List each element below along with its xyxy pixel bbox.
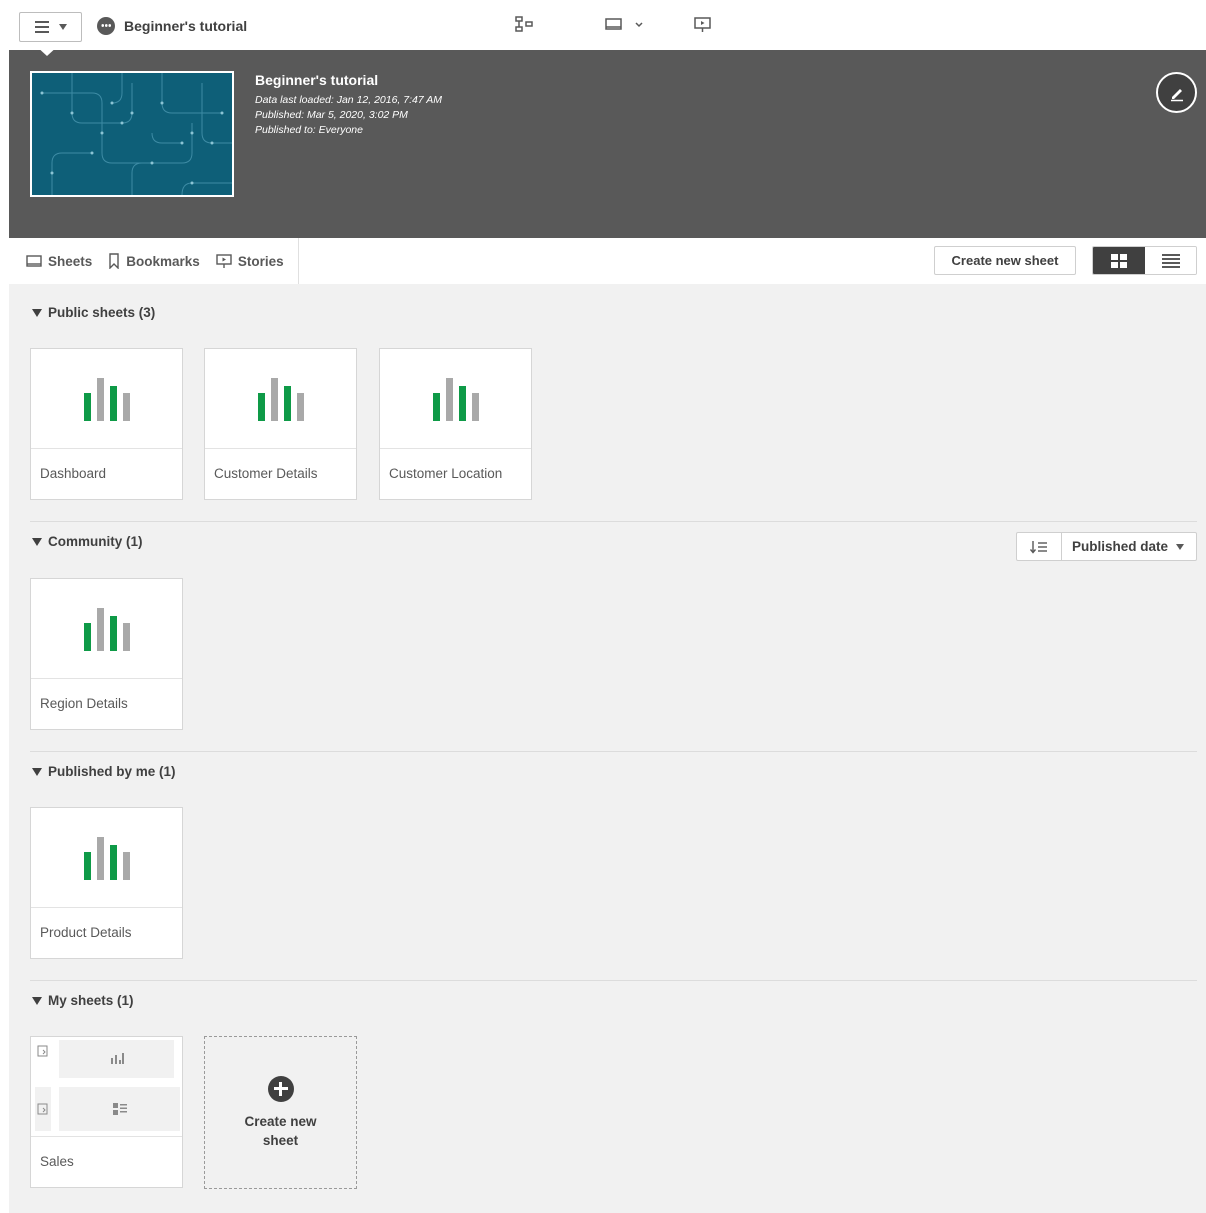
sheet-thumbnail bbox=[31, 808, 182, 908]
story-icon bbox=[216, 254, 232, 268]
section-title: Published by me (1) bbox=[48, 764, 176, 779]
sheet-thumbnail bbox=[205, 349, 356, 449]
tab-sheets-label: Sheets bbox=[48, 253, 93, 269]
sheet-card[interactable]: Product Details bbox=[30, 807, 183, 959]
tab-bookmarks-label: Bookmarks bbox=[126, 253, 200, 269]
collapse-triangle-icon bbox=[32, 308, 42, 317]
app-overview-page: Beginner's tutorial Beginner's tutorial … bbox=[0, 0, 1206, 1213]
bar-chart-icon bbox=[257, 376, 304, 421]
section-public-sheets[interactable]: Public sheets (3) bbox=[32, 305, 155, 320]
sheet-card[interactable]: Dashboard bbox=[30, 348, 183, 500]
sheet-thumbnail bbox=[380, 349, 531, 449]
sheet-card[interactable]: Customer Details bbox=[204, 348, 357, 500]
storytelling-icon[interactable] bbox=[693, 15, 713, 35]
tab-stories[interactable]: Stories bbox=[216, 253, 284, 269]
section-published-by-me[interactable]: Published by me (1) bbox=[32, 764, 176, 779]
plus-circle-icon bbox=[267, 1075, 294, 1102]
tab-sheets[interactable]: Sheets bbox=[26, 254, 92, 269]
app-banner: Beginner's tutorial Data last loaded: Ja… bbox=[9, 50, 1206, 238]
asset-tabs: Sheets Bookmarks Stories bbox=[9, 238, 299, 284]
bar-chart-icon bbox=[432, 376, 479, 421]
collapse-triangle-icon bbox=[32, 996, 42, 1005]
data-last-loaded: Data last loaded: Jan 12, 2016, 7:47 AM bbox=[255, 94, 442, 106]
bar-chart-icon bbox=[83, 835, 130, 880]
section-community[interactable]: Community (1) bbox=[32, 534, 143, 549]
sheet-thumbnail bbox=[31, 579, 182, 679]
section-title: My sheets (1) bbox=[48, 993, 134, 1008]
sheets-content: Public sheets (3) Dashboard Customer Det… bbox=[9, 284, 1206, 1213]
sheet-title: Customer Location bbox=[389, 466, 503, 481]
section-title: Community (1) bbox=[48, 534, 143, 549]
sheet-title: Region Details bbox=[40, 696, 128, 711]
sheet-title: Customer Details bbox=[214, 466, 318, 481]
sort-order-icon bbox=[1030, 540, 1047, 554]
active-tab-pointer bbox=[35, 45, 59, 56]
top-toolbar: Beginner's tutorial bbox=[0, 0, 1206, 50]
list-view-button[interactable] bbox=[1145, 247, 1196, 274]
tab-stories-label: Stories bbox=[237, 253, 284, 269]
dropdown-caret-icon bbox=[1176, 543, 1184, 550]
sort-order-button[interactable] bbox=[1017, 533, 1062, 560]
sheet-card[interactable]: Sales bbox=[30, 1036, 183, 1188]
view-toggle bbox=[1092, 246, 1197, 275]
app-thumbnail bbox=[30, 71, 234, 197]
asset-tabs-bar: Sheets Bookmarks Stories Create new shee… bbox=[9, 238, 1206, 284]
sheet-card[interactable]: Region Details bbox=[30, 578, 183, 730]
object-placeholder-icon bbox=[37, 1103, 48, 1115]
hamburger-icon bbox=[34, 21, 49, 33]
sheet-title: Dashboard bbox=[40, 466, 107, 481]
section-divider bbox=[30, 521, 1197, 522]
grid-icon bbox=[1111, 253, 1127, 268]
bar-chart-icon bbox=[83, 606, 130, 651]
collapse-triangle-icon bbox=[32, 767, 42, 776]
object-placeholder-icon bbox=[37, 1045, 48, 1057]
circuit-pattern-icon bbox=[40, 73, 232, 195]
published-to: Published to: Everyone bbox=[255, 124, 363, 136]
edit-app-details-button[interactable] bbox=[1156, 72, 1197, 113]
pencil-icon bbox=[1170, 88, 1183, 101]
app-title: Beginner's tutorial bbox=[255, 72, 379, 88]
sheet-menu-icon[interactable] bbox=[604, 15, 644, 35]
sheet-title: Sales bbox=[40, 1154, 74, 1169]
sheet-title: Product Details bbox=[40, 925, 132, 940]
published-date: Published: Mar 5, 2020, 3:02 PM bbox=[255, 109, 408, 121]
app-details: Beginner's tutorial Data last loaded: Ja… bbox=[255, 72, 442, 138]
sort-by-value: Published date bbox=[1072, 539, 1169, 554]
bookmark-icon bbox=[109, 253, 119, 269]
section-title: Public sheets (3) bbox=[48, 305, 156, 320]
mini-table-icon bbox=[113, 1103, 127, 1115]
bar-chart-icon bbox=[83, 376, 130, 421]
list-icon bbox=[1161, 253, 1180, 268]
sort-by-dropdown[interactable]: Published date bbox=[1062, 533, 1196, 560]
caret-down-icon bbox=[58, 24, 67, 30]
sheet-card[interactable]: Customer Location bbox=[379, 348, 532, 500]
data-model-icon[interactable] bbox=[514, 15, 534, 35]
create-new-sheet-card[interactable]: Create new sheet bbox=[204, 1036, 357, 1189]
tab-bookmarks[interactable]: Bookmarks bbox=[108, 253, 200, 269]
section-divider bbox=[30, 751, 1197, 752]
app-identifier: Beginner's tutorial bbox=[97, 17, 247, 35]
app-icon bbox=[97, 17, 115, 35]
grid-view-button[interactable] bbox=[1093, 247, 1145, 274]
create-new-sheet-button[interactable]: Create new sheet bbox=[934, 246, 1076, 275]
sheet-thumbnail bbox=[31, 1037, 182, 1137]
section-my-sheets[interactable]: My sheets (1) bbox=[32, 993, 134, 1008]
sheet-icon bbox=[26, 255, 42, 267]
mini-bar-chart-icon bbox=[111, 1053, 124, 1064]
app-name: Beginner's tutorial bbox=[124, 18, 248, 34]
navigation-menu-button[interactable] bbox=[19, 12, 82, 42]
section-divider bbox=[30, 980, 1197, 981]
sheet-thumbnail bbox=[31, 349, 182, 449]
create-new-sheet-label: Create new sheet bbox=[244, 1113, 317, 1148]
collapse-triangle-icon bbox=[32, 537, 42, 546]
sort-control: Published date bbox=[1016, 532, 1197, 561]
